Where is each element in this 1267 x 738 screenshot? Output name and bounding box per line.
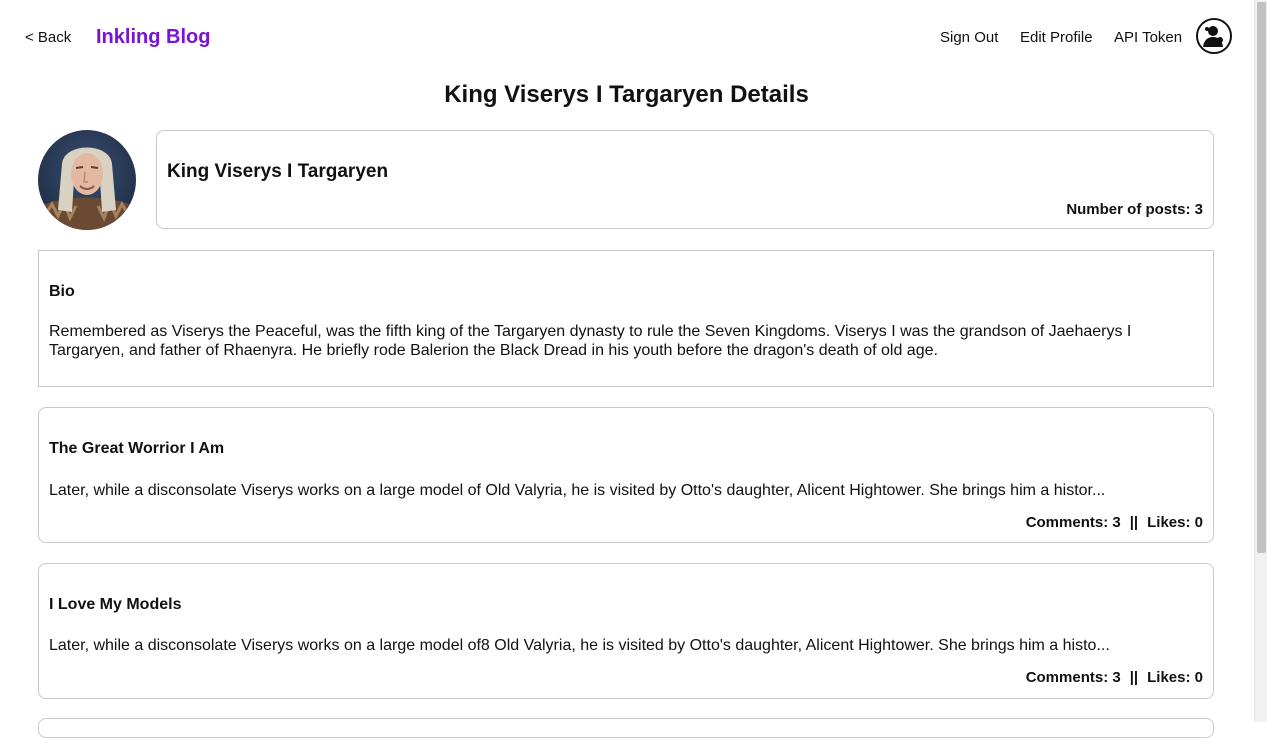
post-title[interactable]: The Great Worrior I Am — [49, 440, 224, 458]
post-excerpt: Later, while a disconsolate Viserys work… — [49, 482, 1106, 499]
stats-separator: || — [1129, 514, 1139, 531]
post-stats: Comments: 3 || Likes: 0 — [1026, 669, 1203, 686]
profile-photo — [38, 130, 136, 230]
scrollbar-thumb[interactable] — [1257, 2, 1266, 553]
bio-text: Remembered as Viserys the Peaceful, was … — [49, 323, 1132, 359]
stats-separator: || — [1129, 669, 1139, 686]
likes-count: Likes: 0 — [1147, 669, 1203, 686]
likes-count: Likes: 0 — [1147, 514, 1203, 531]
bio-heading: Bio — [49, 283, 75, 300]
post-card[interactable]: The Great Worrior I Am Later, while a di… — [38, 407, 1214, 543]
user-avatar-icon[interactable] — [1196, 18, 1232, 54]
bio-card: Bio Remembered as Viserys the Peaceful, … — [38, 250, 1214, 387]
user-avatar-icon-graphic — [1198, 20, 1230, 52]
post-card[interactable]: I Love My Models Later, while a disconso… — [38, 563, 1214, 699]
post-count: Number of posts: 3 — [1066, 201, 1203, 218]
page-title: King Viserys I Targaryen Details — [444, 81, 809, 108]
brand-logo-text[interactable]: Inkling Blog — [96, 26, 210, 49]
api-token-link[interactable]: API Token — [1114, 29, 1182, 46]
comments-count: Comments: 3 — [1025, 669, 1121, 686]
back-link[interactable]: < Back — [25, 29, 71, 46]
profile-name-card: King Viserys I Targaryen Number of posts… — [156, 130, 1214, 229]
edit-profile-link[interactable]: Edit Profile — [1020, 29, 1093, 46]
sign-out-link[interactable]: Sign Out — [940, 29, 998, 46]
post-excerpt: Later, while a disconsolate Viserys work… — [49, 637, 1110, 654]
post-title[interactable]: I Love My Models — [49, 596, 181, 614]
profile-name: King Viserys I Targaryen — [167, 161, 389, 182]
post-stats: Comments: 3 || Likes: 0 — [1026, 514, 1203, 531]
post-card-partial[interactable] — [38, 718, 1214, 738]
page-scrollbar[interactable] — [1254, 0, 1267, 722]
comments-count: Comments: 3 — [1025, 514, 1121, 531]
